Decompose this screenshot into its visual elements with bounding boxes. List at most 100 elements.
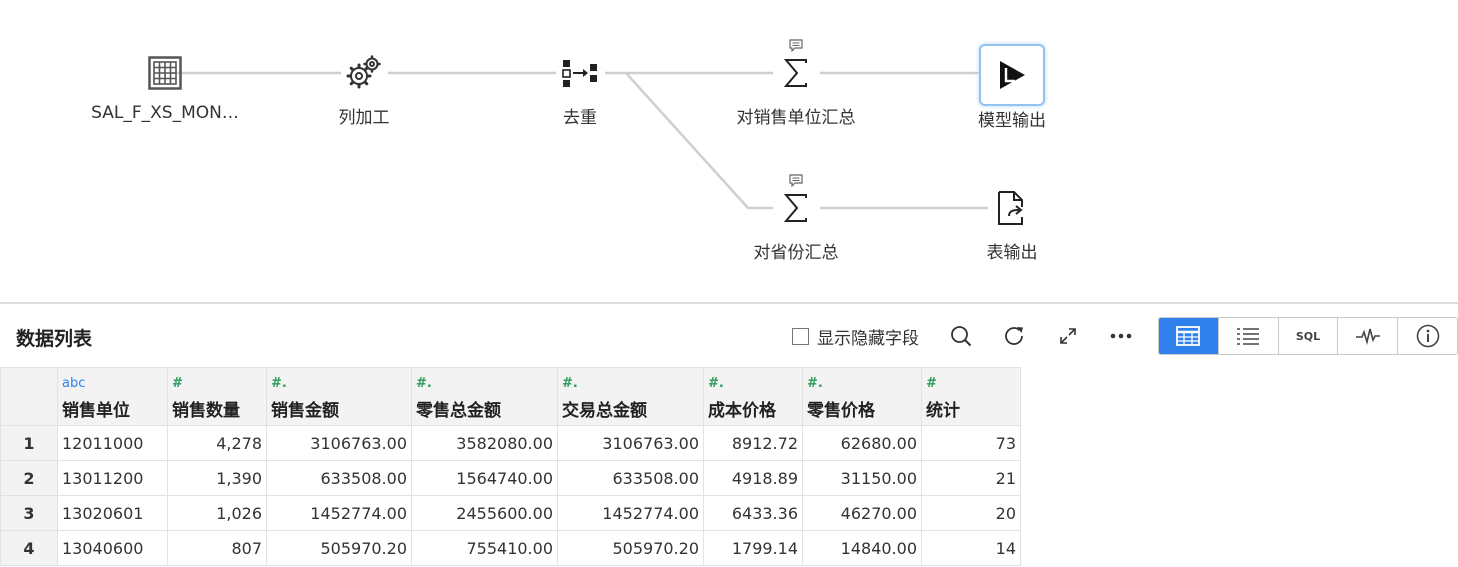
table-cell[interactable]: 3106763.00 <box>266 425 412 461</box>
table-cell[interactable]: 755410.00 <box>411 530 558 566</box>
column-header[interactable]: # 统计 <box>921 367 1021 426</box>
show-hidden-label: 显示隐藏字段 <box>817 329 919 349</box>
table-cell[interactable]: 3106763.00 <box>557 425 704 461</box>
column-header[interactable]: #. 销售金额 <box>266 367 412 426</box>
flow-node-source[interactable]: SAL_F_XS_MON… <box>75 53 255 123</box>
flow-node-label: 模型输出 <box>978 111 1046 131</box>
table-cell[interactable]: 20 <box>921 495 1021 531</box>
sigma-icon <box>776 39 816 93</box>
number-type-icon: # <box>172 376 183 391</box>
column-header[interactable]: #. 成本价格 <box>703 367 803 426</box>
table-cell[interactable]: 1,026 <box>167 495 267 531</box>
info-view-button[interactable] <box>1397 318 1457 354</box>
flow-canvas[interactable]: SAL_F_XS_MON… 列加工 去重 对销售单位汇总 模型输出 对省份汇总 … <box>0 0 1458 302</box>
column-header[interactable]: #. 零售总金额 <box>411 367 558 426</box>
table-cell[interactable]: 31150.00 <box>802 460 922 496</box>
table-cell[interactable]: 62680.00 <box>802 425 922 461</box>
table-cell[interactable]: 505970.20 <box>557 530 704 566</box>
list-view-button[interactable] <box>1217 318 1278 354</box>
profile-view-button[interactable] <box>1337 318 1398 354</box>
table-view-icon <box>1176 326 1201 346</box>
table-cell[interactable]: 13020601 <box>57 495 168 531</box>
column-name: 交易总金额 <box>562 401 647 421</box>
table-cell[interactable]: 633508.00 <box>266 460 412 496</box>
refresh-icon <box>1005 327 1023 345</box>
table-cell[interactable]: 3582080.00 <box>411 425 558 461</box>
file-export-icon <box>992 188 1032 228</box>
show-hidden-fields-toggle[interactable]: 显示隐藏字段 <box>792 324 919 349</box>
flow-node-label: 表输出 <box>986 243 1038 263</box>
flow-node-label: 列加工 <box>338 108 390 128</box>
table-cell[interactable]: 1564740.00 <box>411 460 558 496</box>
pulse-icon <box>1355 328 1380 345</box>
header-row: abc 销售单位 # 销售数量 #. 销售金额 #. 零售总金额 #. 交易总金额 #. 成本价格 #.… <box>0 367 1021 426</box>
number-type-icon: #. <box>416 376 432 391</box>
flow-node-label: 去重 <box>563 108 597 128</box>
flow-node-label: 对省份汇总 <box>753 243 839 263</box>
table-cell[interactable]: 1452774.00 <box>266 495 412 531</box>
data-table: abc 销售单位 # 销售数量 #. 销售金额 #. 零售总金额 #. 交易总金额 #. 成本价格 #.… <box>0 367 1021 566</box>
search-button[interactable] <box>943 318 979 354</box>
column-name: 零售总金额 <box>416 401 501 421</box>
table-cell[interactable]: 633508.00 <box>557 460 704 496</box>
table-cell[interactable]: 1,390 <box>167 460 267 496</box>
number-type-icon: #. <box>708 376 724 391</box>
table-cell[interactable]: 13011200 <box>57 460 168 496</box>
flow-node-calc[interactable]: 列加工 <box>274 53 454 128</box>
panel-splitter[interactable] <box>0 302 1458 304</box>
more-button[interactable] <box>1103 318 1139 354</box>
table-cell[interactable]: 2455600.00 <box>411 495 558 531</box>
panel-title: 数据列表 <box>16 328 93 350</box>
table-cell[interactable]: 13040600 <box>57 530 168 566</box>
table-row[interactable]: 2 13011200 1,390 633508.00 1564740.00 633508.… <box>0 460 1021 496</box>
comment-icon[interactable] <box>789 37 803 56</box>
sql-view-button[interactable]: SQL <box>1277 318 1338 354</box>
search-icon <box>951 326 972 347</box>
table-row[interactable]: 1 12011000 4,278 3106763.00 3582080.00 310676… <box>0 425 1021 461</box>
refresh-button[interactable] <box>996 318 1032 354</box>
table-cell[interactable]: 14 <box>921 530 1021 566</box>
flow-node-model-output[interactable]: 模型输出 <box>922 44 1102 131</box>
table-cell[interactable]: 8912.72 <box>703 425 803 461</box>
flow-node-table-output[interactable]: 表输出 <box>922 188 1102 263</box>
table-cell[interactable]: 21 <box>921 460 1021 496</box>
show-hidden-checkbox[interactable] <box>792 328 809 345</box>
table-cell[interactable]: 807 <box>167 530 267 566</box>
gears-icon <box>344 53 384 93</box>
table-cell[interactable]: 46270.00 <box>802 495 922 531</box>
expand-icon <box>1060 328 1076 344</box>
column-header[interactable]: abc 销售单位 <box>57 367 168 426</box>
table-cell[interactable]: 6433.36 <box>703 495 803 531</box>
column-name: 零售价格 <box>807 401 875 421</box>
number-type-icon: #. <box>562 376 578 391</box>
column-name: 销售单位 <box>62 401 130 421</box>
column-header[interactable]: #. 交易总金额 <box>557 367 704 426</box>
table-cell[interactable]: 4918.89 <box>703 460 803 496</box>
column-header[interactable]: #. 零售价格 <box>802 367 922 426</box>
flow-node-agg-province[interactable]: 对省份汇总 <box>706 174 886 263</box>
table-cell[interactable]: 14840.00 <box>802 530 922 566</box>
table-row[interactable]: 4 13040600 807 505970.20 755410.00 505970.20 1… <box>0 530 1021 566</box>
table-cell[interactable]: 1452774.00 <box>557 495 704 531</box>
sigma-icon <box>776 174 816 228</box>
number-type-icon: #. <box>271 376 287 391</box>
table-view-button[interactable] <box>1159 318 1218 354</box>
table-row[interactable]: 3 13020601 1,026 1452774.00 2455600.00 145277… <box>0 495 1021 531</box>
dedup-icon <box>560 53 600 93</box>
flow-node-dedup[interactable]: 去重 <box>490 53 670 128</box>
column-header[interactable]: # 销售数量 <box>167 367 267 426</box>
flow-node-agg-unit[interactable]: 对销售单位汇总 <box>706 39 886 128</box>
row-number: 3 <box>0 495 58 531</box>
comment-icon[interactable] <box>789 172 803 191</box>
table-cell[interactable]: 1799.14 <box>703 530 803 566</box>
more-icon <box>1110 333 1132 339</box>
row-number-header <box>0 367 58 426</box>
flow-node-label: 对销售单位汇总 <box>736 108 856 128</box>
table-cell[interactable]: 73 <box>921 425 1021 461</box>
table-cell[interactable]: 12011000 <box>57 425 168 461</box>
table-cell[interactable]: 4,278 <box>167 425 267 461</box>
fullscreen-button[interactable] <box>1050 318 1086 354</box>
row-number: 4 <box>0 530 58 566</box>
table-cell[interactable]: 505970.20 <box>266 530 412 566</box>
sql-view-label: SQL <box>1295 329 1321 343</box>
